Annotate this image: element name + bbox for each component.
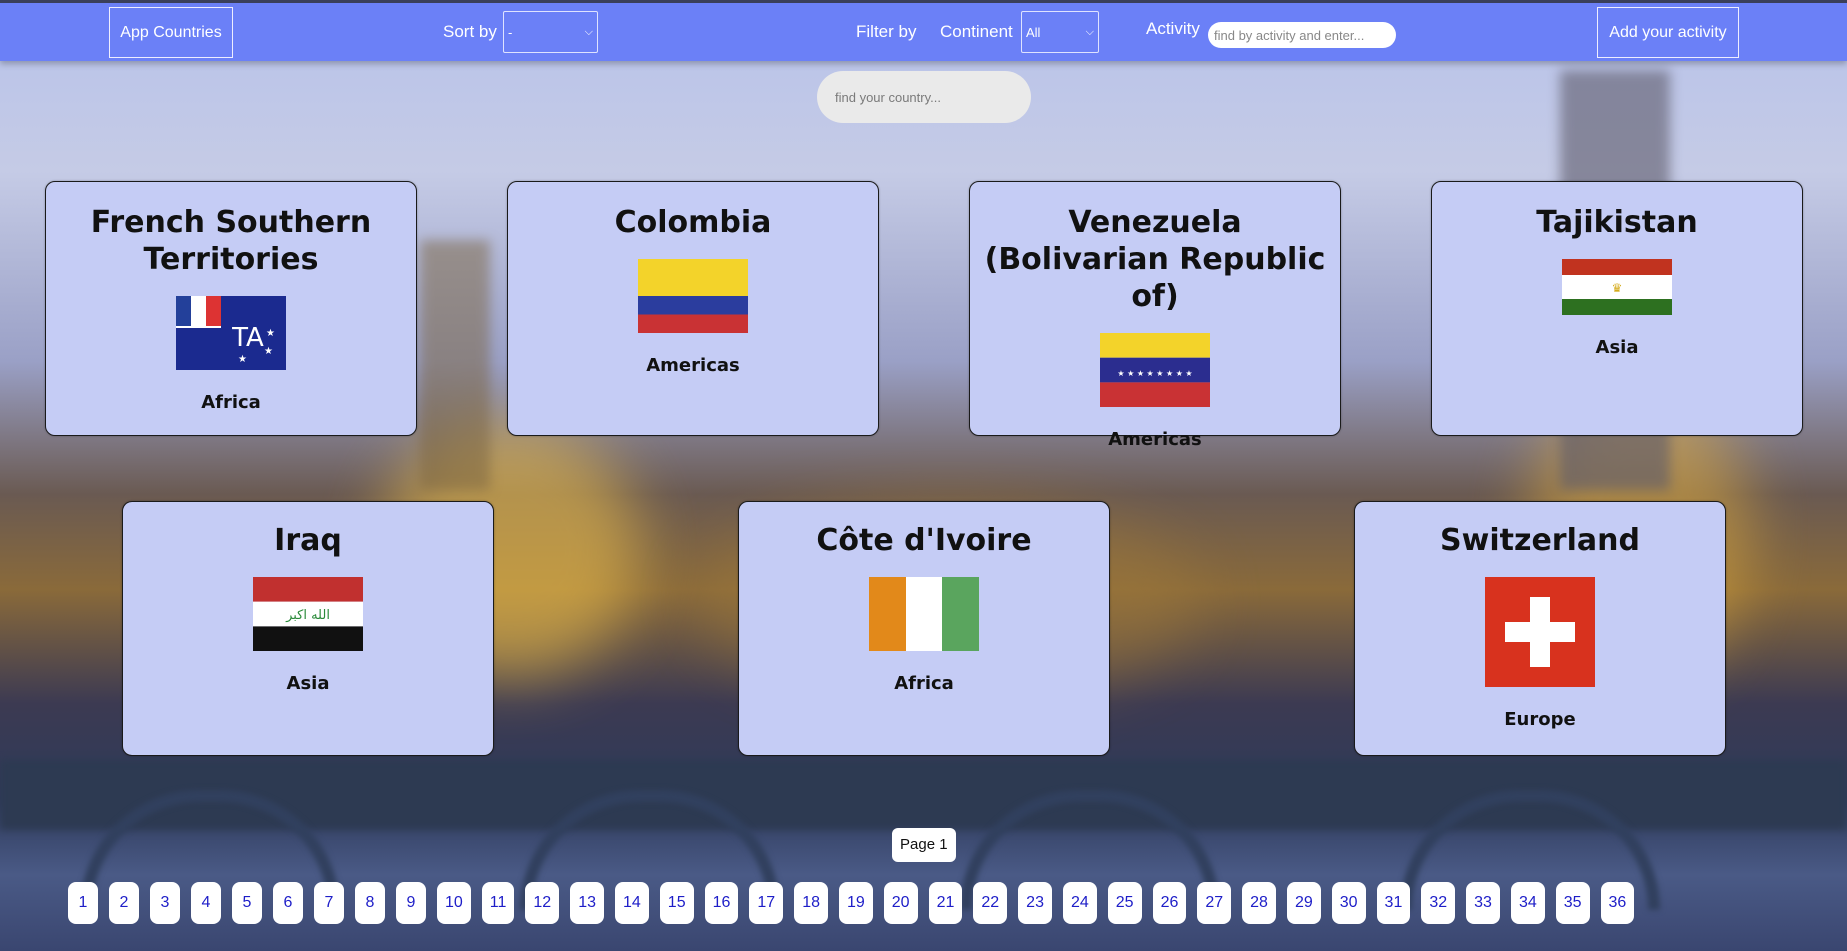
svg-text:★ ★ ★ ★ ★ ★ ★ ★: ★ ★ ★ ★ ★ ★ ★ ★ (1117, 369, 1192, 378)
page-button[interactable]: 33 (1466, 882, 1500, 924)
continent-select[interactable]: All ⌵ (1021, 11, 1099, 53)
page-button[interactable]: 29 (1286, 882, 1321, 924)
page-button[interactable]: 3 (150, 882, 180, 924)
colombia-flag (638, 259, 748, 333)
page-button[interactable]: 11 (481, 882, 515, 924)
country-name: Côte d'Ivoire (816, 523, 1032, 558)
app-countries-button[interactable]: App Countries (109, 7, 233, 58)
page-button[interactable]: 35 (1555, 882, 1590, 924)
page-button[interactable]: 26 (1152, 882, 1187, 924)
page-button[interactable]: 16 (704, 882, 739, 924)
country-card[interactable]: Venezuela (Bolivarian Republic of) ★ ★ ★… (969, 181, 1341, 450)
page-button[interactable]: 8 (355, 882, 385, 924)
page-button[interactable]: 36 (1600, 882, 1635, 924)
page-button[interactable]: 17 (749, 882, 784, 924)
page-button[interactable]: 24 (1062, 882, 1097, 924)
country-name: Tajikistan (1536, 205, 1698, 240)
svg-text:الله اكبر: الله اكبر (285, 608, 330, 623)
continent-label: Africa (894, 673, 954, 694)
page-button[interactable]: 20 (883, 882, 918, 924)
country-card[interactable]: Switzerland Europe (1354, 501, 1726, 756)
page-button[interactable]: 23 (1018, 882, 1052, 924)
continent-label: Asia (1595, 337, 1639, 358)
page-button[interactable]: 6 (273, 882, 303, 924)
top-navbar: App Countries Sort by - ⌵ Filter by Cont… (0, 0, 1847, 61)
page-button[interactable]: 31 (1376, 882, 1411, 924)
current-page-label: Page 1 (892, 828, 956, 862)
page-button[interactable]: 28 (1242, 882, 1276, 924)
page-button[interactable]: 13 (570, 882, 604, 924)
page-button[interactable]: 18 (794, 882, 828, 924)
cote-divoire-flag (869, 577, 979, 651)
page-button[interactable]: 10 (437, 882, 471, 924)
country-name: French Southern Territories (90, 205, 372, 277)
chevron-down-icon: ⌵ (584, 25, 593, 38)
country-name: Colombia (614, 205, 772, 240)
page-button[interactable]: 7 (314, 882, 344, 924)
country-name: Iraq (274, 523, 342, 558)
page-button[interactable]: 1 (68, 882, 98, 924)
activity-label: Activity (1146, 19, 1200, 38)
continent-select-value: All (1026, 24, 1041, 40)
country-name: Switzerland (1440, 523, 1640, 558)
filter-by-label: Filter by (856, 22, 917, 41)
switzerland-flag (1485, 577, 1595, 687)
continent-label: Africa (201, 392, 261, 413)
page-button[interactable]: 4 (191, 882, 221, 924)
page-button[interactable]: 32 (1421, 882, 1456, 924)
svg-text:★: ★ (266, 328, 275, 339)
country-card[interactable]: Tajikistan ♛ Asia (1431, 181, 1803, 436)
svg-text:★: ★ (264, 346, 273, 357)
country-card[interactable]: French Southern Territories TA ★ ★ ★ Afr… (45, 181, 417, 436)
page-button[interactable]: 34 (1510, 882, 1545, 924)
french-southern-territories-flag: TA ★ ★ ★ (176, 296, 286, 370)
page-button[interactable]: 15 (659, 882, 694, 924)
country-card[interactable]: Colombia Americas (507, 181, 879, 436)
country-name: Venezuela (Bolivarian Republic of) (984, 205, 1326, 314)
page-button[interactable]: 21 (928, 882, 963, 924)
country-search-input[interactable]: find your country... (817, 71, 1031, 123)
continent-label: Continent (940, 22, 1013, 41)
page-button[interactable]: 2 (109, 882, 139, 924)
continent-label: Asia (286, 673, 330, 694)
sort-by-label: Sort by (443, 22, 497, 41)
venezuela-flag: ★ ★ ★ ★ ★ ★ ★ ★ (1100, 333, 1210, 407)
page-button[interactable]: 19 (838, 882, 873, 924)
page-button[interactable]: 12 (525, 882, 560, 924)
page-button[interactable]: 5 (232, 882, 262, 924)
svg-text:★: ★ (238, 354, 247, 365)
background-image (0, 0, 1847, 951)
iraq-flag: الله اكبر (253, 577, 363, 651)
page-button[interactable]: 27 (1197, 882, 1232, 924)
activity-search-input[interactable]: find by activity and enter... (1208, 22, 1396, 48)
continent-label: Europe (1504, 709, 1576, 730)
tajikistan-flag: ♛ (1562, 259, 1672, 315)
chevron-down-icon: ⌵ (1085, 25, 1094, 38)
page-button[interactable]: 22 (973, 882, 1008, 924)
page-button[interactable]: 14 (615, 882, 649, 924)
pagination: 1 2 3 4 5 6 7 8 9 10 11 12 13 14 15 16 1… (68, 882, 1635, 924)
add-activity-button[interactable]: Add your activity (1597, 7, 1739, 58)
page-button[interactable]: 30 (1331, 882, 1366, 924)
sort-select[interactable]: - ⌵ (503, 11, 598, 53)
country-card[interactable]: Côte d'Ivoire Africa (738, 501, 1110, 756)
continent-label: Americas (646, 355, 740, 376)
page-button[interactable]: 25 (1107, 882, 1142, 924)
country-card[interactable]: Iraq الله اكبر Asia (122, 501, 494, 756)
svg-text:TA: TA (231, 323, 264, 353)
continent-label: Americas (1108, 429, 1202, 450)
sort-select-value: - (508, 24, 513, 40)
page-button[interactable]: 9 (396, 882, 426, 924)
svg-text:♛: ♛ (1612, 281, 1623, 295)
